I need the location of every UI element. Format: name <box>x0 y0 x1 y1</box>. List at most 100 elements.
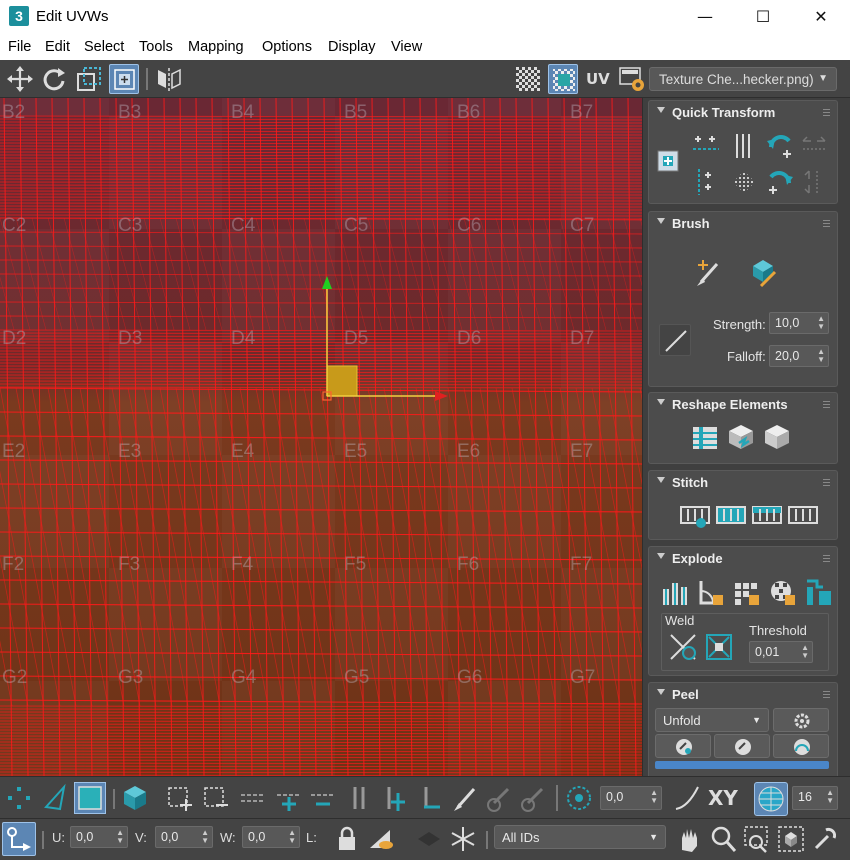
reset-peel-button[interactable] <box>773 734 829 758</box>
strength-spinner[interactable]: 10,0 ▲ ▼ <box>769 312 829 334</box>
stitch-average-icon[interactable] <box>751 499 783 531</box>
stitch-to-source-icon[interactable] <box>715 499 747 531</box>
show-map-icon[interactable] <box>548 64 578 94</box>
grip-icon[interactable] <box>823 108 830 116</box>
options-icon[interactable] <box>810 824 840 854</box>
edge-mode-icon[interactable] <box>40 783 70 813</box>
flip-vertical-icon[interactable] <box>797 165 831 199</box>
relax-icon[interactable] <box>761 421 793 453</box>
spinner-arrows-icon[interactable]: ▲ ▼ <box>817 348 825 364</box>
mirror-icon[interactable] <box>154 64 184 94</box>
threshold-spinner[interactable]: 0,01 ▲ ▼ <box>749 641 813 663</box>
grow-selection-icon[interactable] <box>166 783 196 813</box>
peel-title[interactable]: Peel <box>672 687 699 702</box>
spinner-arrows-icon[interactable]: ▲ ▼ <box>288 829 296 845</box>
spinner-arrows-icon[interactable]: ▲ ▼ <box>650 789 658 805</box>
peel-mode-button[interactable] <box>714 734 770 758</box>
peel-settings-button[interactable] <box>773 708 829 732</box>
zoom-region-icon[interactable] <box>742 824 772 854</box>
falloff-spinner[interactable]: 20,0 ▲ ▼ <box>769 345 829 367</box>
vertex-mode-icon[interactable] <box>4 783 34 813</box>
grid-size-spinner[interactable]: 16 ▲ ▼ <box>792 786 838 810</box>
align-horizontal-icon[interactable] <box>689 129 723 163</box>
grow-ring-icon[interactable] <box>380 783 410 813</box>
quick-peel-button[interactable] <box>655 734 711 758</box>
ring-select-icon[interactable] <box>344 783 374 813</box>
material-id-dropdown[interactable]: All IDs ▼ <box>494 825 666 849</box>
stitch-title[interactable]: Stitch <box>672 475 708 490</box>
polygon-mode-icon[interactable] <box>74 782 106 814</box>
spinner-arrows-icon[interactable]: ▲ ▼ <box>801 644 809 660</box>
zoom-icon[interactable] <box>708 824 738 854</box>
hide-selected-icon[interactable] <box>366 824 396 854</box>
paint-select-shrink-icon[interactable] <box>518 783 548 813</box>
grip-icon[interactable] <box>823 554 830 562</box>
collapse-arrow-icon[interactable] <box>657 218 665 224</box>
shrink-ring-icon[interactable] <box>414 783 444 813</box>
explode-title[interactable]: Explode <box>672 551 723 566</box>
paint-select-icon[interactable] <box>450 783 480 813</box>
peel-pin-buttons[interactable] <box>655 761 829 769</box>
rotate-plus-90-icon[interactable] <box>763 165 797 199</box>
checker-icon[interactable] <box>513 64 543 94</box>
brush-falloff-curve-icon[interactable] <box>659 324 691 356</box>
stitch-to-target-icon[interactable] <box>787 499 819 531</box>
collapse-arrow-icon[interactable] <box>657 107 665 113</box>
collapse-arrow-icon[interactable] <box>657 553 665 559</box>
lock-icon[interactable] <box>332 824 362 854</box>
menu-options[interactable]: Options <box>262 39 312 55</box>
u-coordinate-spinner[interactable]: 0,0 ▲ ▼ <box>70 826 128 848</box>
collapse-arrow-icon[interactable] <box>657 689 665 695</box>
reshape-elements-title[interactable]: Reshape Elements <box>672 397 788 412</box>
quick-transform-title[interactable]: Quick Transform <box>672 105 775 120</box>
freeform-mode-icon[interactable] <box>109 64 139 94</box>
loop-select-icon[interactable] <box>238 783 268 813</box>
show-grid-icon[interactable] <box>754 782 788 816</box>
rotate-icon[interactable] <box>39 64 69 94</box>
straighten-selection-icon[interactable] <box>689 421 721 453</box>
absolute-offset-icon[interactable] <box>2 822 36 856</box>
maximize-button[interactable]: ☐ <box>734 0 792 34</box>
xy-axis-toggle[interactable]: XY <box>708 786 738 810</box>
grip-icon[interactable] <box>823 400 830 408</box>
menu-view[interactable]: View <box>391 39 422 55</box>
menu-mapping[interactable]: Mapping <box>188 39 244 55</box>
flatten-by-smoothing-group-icon[interactable] <box>767 577 799 609</box>
weld-target-icon[interactable] <box>703 631 735 663</box>
collapse-arrow-icon[interactable] <box>657 399 665 405</box>
v-coordinate-spinner[interactable]: 0,0 ▲ ▼ <box>155 826 213 848</box>
freeze-icon-disabled[interactable] <box>414 824 444 854</box>
texture-dropdown[interactable]: Texture Che...hecker.png) ▼ <box>649 67 837 91</box>
relax-until-flat-icon[interactable] <box>725 421 757 453</box>
move-icon[interactable] <box>5 64 35 94</box>
shrink-loop-icon[interactable] <box>308 783 338 813</box>
spinner-arrows-icon[interactable]: ▲ ▼ <box>116 829 124 845</box>
menu-edit[interactable]: Edit <box>45 39 70 55</box>
spinner-arrows-icon[interactable]: ▲ ▼ <box>817 315 825 331</box>
map-settings-icon[interactable] <box>617 64 647 94</box>
close-button[interactable]: ✕ <box>792 0 850 34</box>
minimize-button[interactable]: — <box>676 0 734 34</box>
flatten-by-material-icon[interactable] <box>731 577 763 609</box>
menu-display[interactable]: Display <box>328 39 376 55</box>
element-mode-icon[interactable] <box>120 783 150 813</box>
shrink-selection-icon[interactable] <box>202 783 232 813</box>
grip-icon[interactable] <box>823 478 830 486</box>
align-vertical-icon[interactable] <box>727 129 761 163</box>
uv-editor-viewport[interactable]: B2 B3 B4 B5 B6 B7 C2 C3 C4 C5 C6 C7 D2 D3 D4 D5 D6 D7 E2 E3… <box>0 98 642 776</box>
flatten-by-angle-icon[interactable] <box>695 577 727 609</box>
break-icon[interactable] <box>803 577 835 609</box>
spinner-arrows-icon[interactable]: ▲ ▼ <box>826 789 834 805</box>
brush-title[interactable]: Brush <box>672 216 710 231</box>
grow-loop-icon[interactable] <box>274 783 304 813</box>
falloff-curve-icon[interactable] <box>672 783 702 813</box>
rotate-angle-spinner[interactable]: 0,0 ▲ ▼ <box>600 786 662 810</box>
menu-file[interactable]: File <box>8 39 31 55</box>
scale-icon[interactable] <box>74 64 104 94</box>
break-by-polygon-icon[interactable] <box>659 577 691 609</box>
menu-select[interactable]: Select <box>84 39 124 55</box>
snowflake-freeze-icon[interactable] <box>448 824 478 854</box>
pan-hand-icon[interactable] <box>674 824 704 854</box>
relax-brush-icon[interactable] <box>747 256 779 288</box>
spacing-icon[interactable] <box>727 165 761 199</box>
